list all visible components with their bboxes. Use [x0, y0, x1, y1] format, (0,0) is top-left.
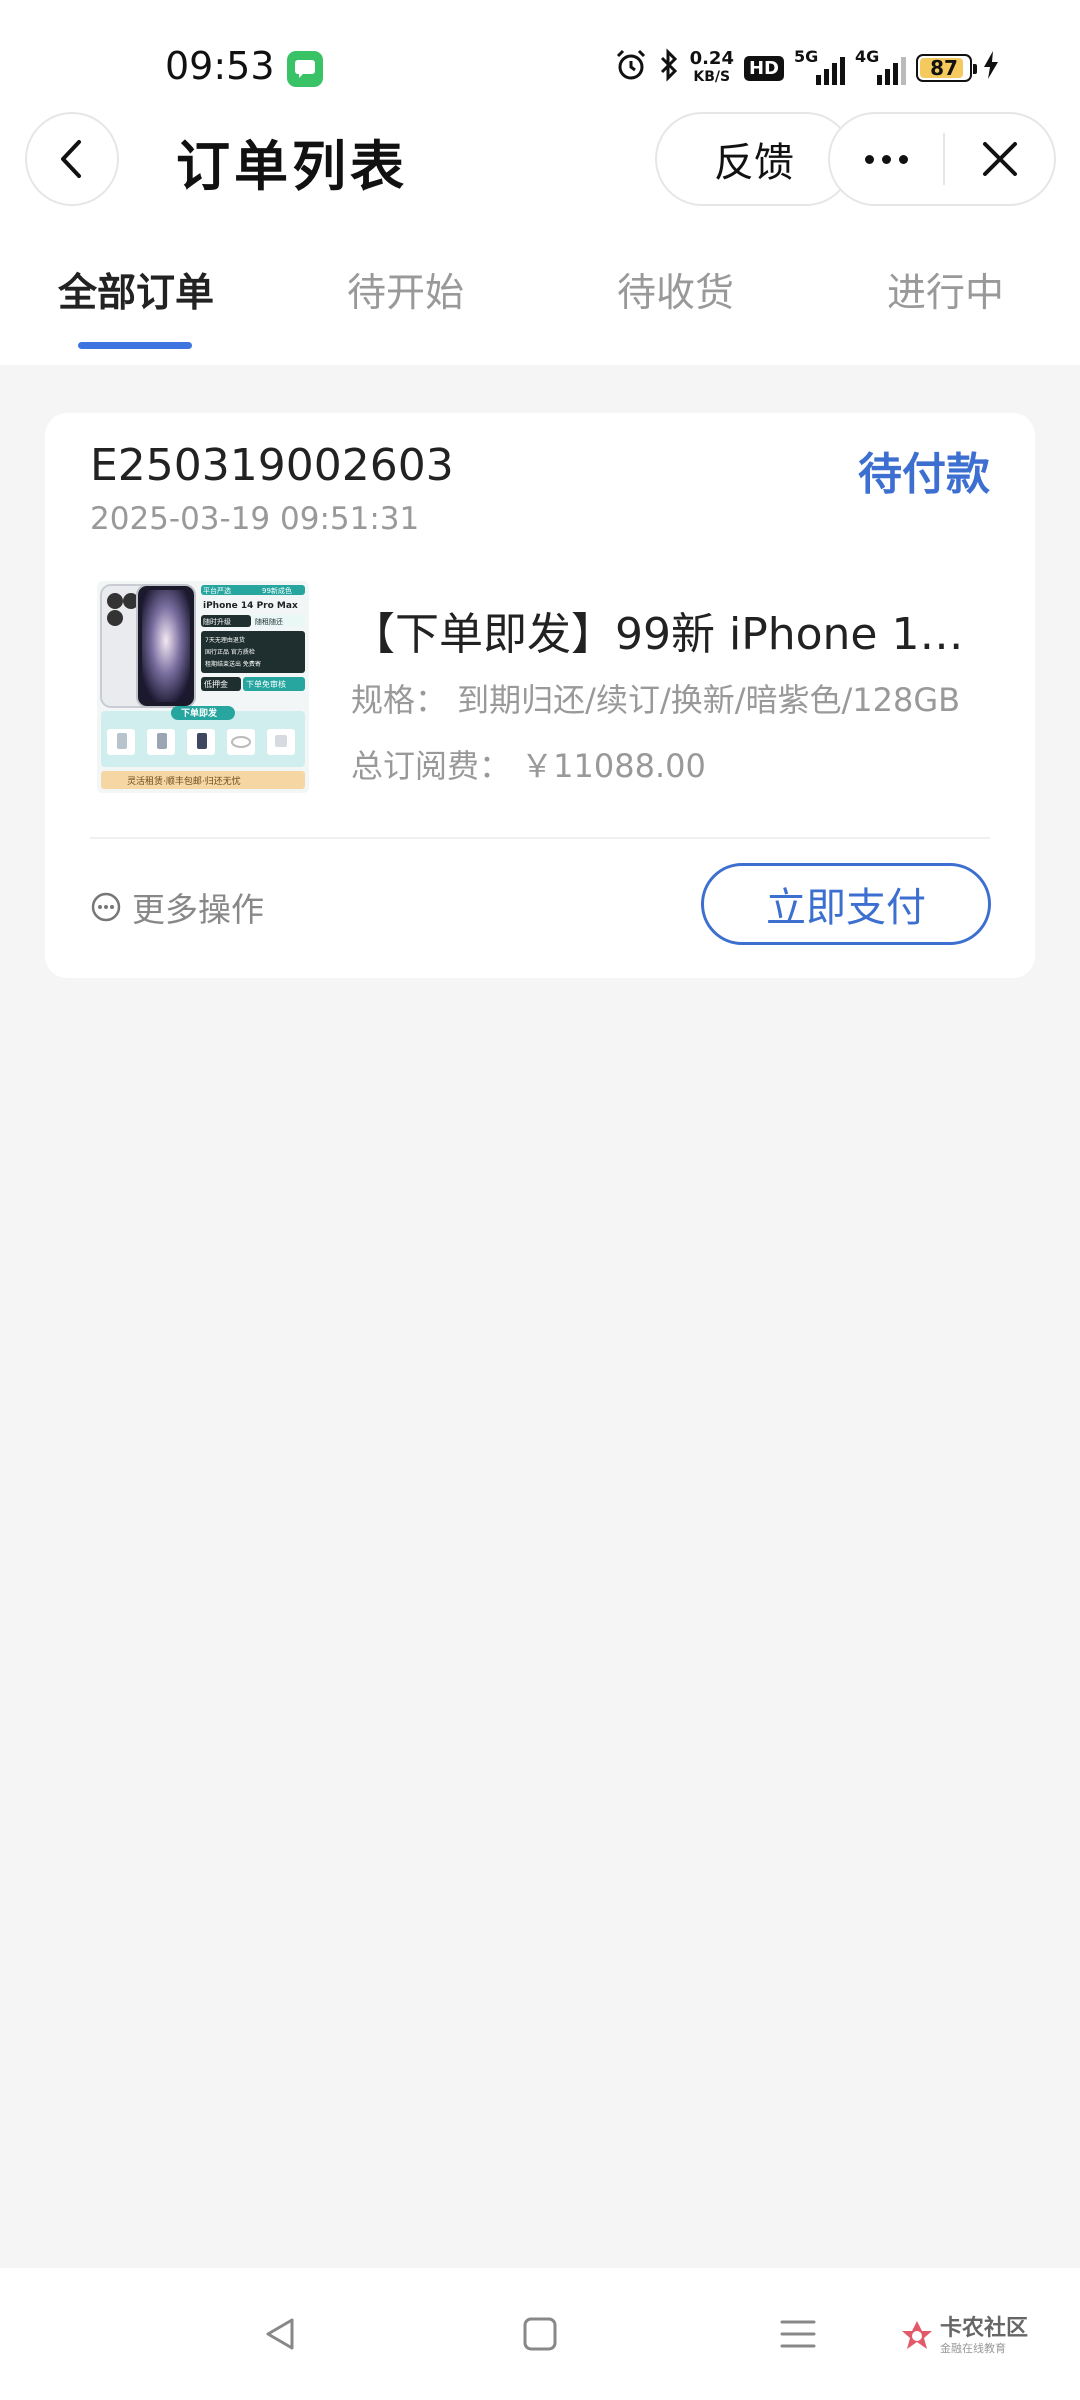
status-bar: 09:53 0.24 KB/S HD 5G 4G 87: [0, 0, 1080, 110]
hd-badge: HD: [743, 55, 784, 81]
battery-icon: 87: [916, 54, 977, 82]
network-speed: 0.24 KB/S: [690, 50, 734, 86]
tab-all-orders[interactable]: 全部订单: [58, 262, 214, 318]
page-title: 订单列表: [176, 134, 408, 198]
signal-5g-label: 5G: [794, 47, 819, 66]
signal-4g-label: 4G: [855, 47, 880, 66]
mini-program-capsule: [828, 112, 1056, 206]
alarm-icon: [614, 48, 648, 88]
product-image[interactable]: 平台严选 99新成色 iPhone 14 Pro Max 随时升级 随租随还 7…: [97, 581, 309, 793]
signal-bars-icon: [816, 57, 845, 85]
image-feature-3: 租期结束送出 免费寄: [205, 660, 261, 668]
system-menu-button[interactable]: [748, 2268, 848, 2400]
image-feature-2: 国行正品 官方质检: [205, 648, 255, 656]
signal-bars-icon: [877, 57, 906, 85]
system-home-button[interactable]: [490, 2268, 590, 2400]
triangle-back-icon: [266, 2318, 294, 2350]
menu-lines-icon: [780, 2320, 816, 2348]
image-ship: 下单即发: [181, 707, 218, 719]
watermark-logo-icon: [902, 2321, 932, 2349]
status-indicators: 0.24 KB/S HD 5G 4G 87: [614, 46, 1000, 90]
order-number: E250319002603: [90, 440, 454, 491]
order-card[interactable]: E250319002603 2025-03-19 09:51:31 待付款 平台…: [45, 413, 1035, 978]
tab-in-progress[interactable]: 进行中: [887, 262, 1004, 318]
watermark-sub: 金融在线教育: [940, 2342, 1006, 2355]
image-tag-2: 随租随还: [255, 617, 283, 626]
charging-icon: [982, 50, 1000, 86]
order-tabs: 全部订单 待开始 待收货 进行中: [0, 262, 1080, 352]
signal-4g: 4G: [855, 47, 906, 85]
network-speed-unit: KB/S: [693, 69, 731, 85]
more-actions-label: 更多操作: [132, 890, 264, 929]
image-no-review: 下单免审核: [246, 679, 286, 689]
signal-5g: 5G: [794, 47, 845, 85]
watermark: 卡农社区 金融在线教育: [900, 2318, 1028, 2354]
image-feature-1: 7天无理由退货: [205, 636, 245, 644]
bluetooth-icon: [658, 48, 680, 88]
chevron-left-icon: [61, 140, 81, 178]
product-spec: 规格： 到期归还/续订/换新/暗紫色/128GB: [351, 681, 961, 719]
close-button[interactable]: [945, 114, 1054, 204]
square-home-icon: [523, 2317, 557, 2351]
order-time: 2025-03-19 09:51:31: [90, 501, 420, 537]
status-time: 09:53: [165, 44, 275, 88]
pay-now-button[interactable]: 立即支付: [701, 863, 991, 945]
image-badge-1: 平台严选: [203, 586, 231, 595]
order-status: 待付款: [858, 449, 990, 500]
message-app-icon: [287, 51, 323, 87]
product-fee: 总订阅费： ￥11088.00: [351, 747, 706, 785]
image-deposit: 低押金: [204, 679, 228, 689]
tab-pending-receipt[interactable]: 待收货: [617, 262, 734, 318]
battery-level: 87: [930, 56, 958, 80]
top-area: 09:53 0.24 KB/S HD 5G 4G 87 订单列表 反馈 全部订单…: [0, 0, 1080, 365]
feedback-button[interactable]: 反馈: [655, 112, 853, 206]
card-divider: [90, 837, 990, 839]
image-badge-2: 99新成色: [262, 586, 292, 595]
more-circle-icon: [91, 892, 121, 922]
image-footer: 灵活租赁·顺丰包邮·归还无忧: [127, 775, 241, 787]
system-back-button[interactable]: [230, 2268, 330, 2400]
image-tag-1: 随时升级: [203, 617, 231, 626]
product-title[interactable]: 【下单即发】99新 iPhone 14 …: [351, 598, 991, 662]
network-speed-value: 0.24: [689, 48, 734, 69]
back-button[interactable]: [25, 112, 119, 206]
more-actions-button[interactable]: 更多操作: [90, 883, 264, 931]
more-options-button[interactable]: [830, 114, 943, 204]
active-tab-indicator: [78, 342, 192, 349]
close-icon: [982, 142, 1017, 176]
watermark-main: 卡农社区: [940, 2316, 1029, 2341]
image-model: iPhone 14 Pro Max: [203, 601, 298, 611]
tab-pending-start[interactable]: 待开始: [347, 262, 464, 318]
